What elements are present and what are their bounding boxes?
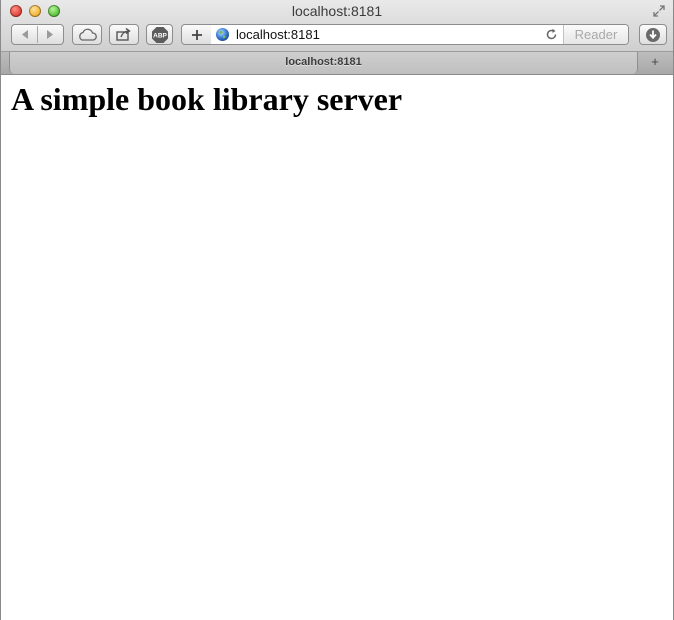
page-heading: A simple book library server xyxy=(11,81,403,117)
reload-icon[interactable] xyxy=(545,28,558,41)
tab-localhost[interactable]: localhost:8181 xyxy=(9,52,638,74)
adblock-icon: ABP xyxy=(151,26,168,43)
add-bookmark-button[interactable] xyxy=(181,24,212,45)
page-content: A simple book library server xyxy=(1,75,673,620)
url-text: localhost:8181 xyxy=(236,27,320,42)
browser-window: localhost:8181 ABP localhost:8181 Reader… xyxy=(0,0,674,620)
back-arrow-icon[interactable] xyxy=(13,26,37,43)
icloud-tabs-button[interactable] xyxy=(72,24,102,45)
tab-bar: localhost:8181 + xyxy=(1,52,673,75)
fullscreen-icon[interactable] xyxy=(652,4,666,18)
reader-button[interactable]: Reader xyxy=(563,25,628,44)
adblock-label: ABP xyxy=(153,32,167,39)
share-icon xyxy=(116,27,131,41)
cloud-icon xyxy=(79,28,97,41)
back-forward-control xyxy=(11,24,64,45)
share-button[interactable] xyxy=(109,24,139,45)
forward-arrow-icon[interactable] xyxy=(38,26,62,43)
plus-icon: + xyxy=(651,54,659,69)
address-bar[interactable]: localhost:8181 Reader xyxy=(211,24,629,45)
downloads-button[interactable] xyxy=(639,24,667,45)
globe-icon xyxy=(216,28,229,41)
adblock-button[interactable]: ABP xyxy=(146,24,173,45)
window-title: localhost:8181 xyxy=(291,3,383,19)
browser-chrome: localhost:8181 ABP localhost:8181 Reader xyxy=(1,0,673,52)
download-icon xyxy=(646,27,660,42)
plus-icon xyxy=(191,29,202,40)
new-tab-button[interactable]: + xyxy=(641,52,669,74)
